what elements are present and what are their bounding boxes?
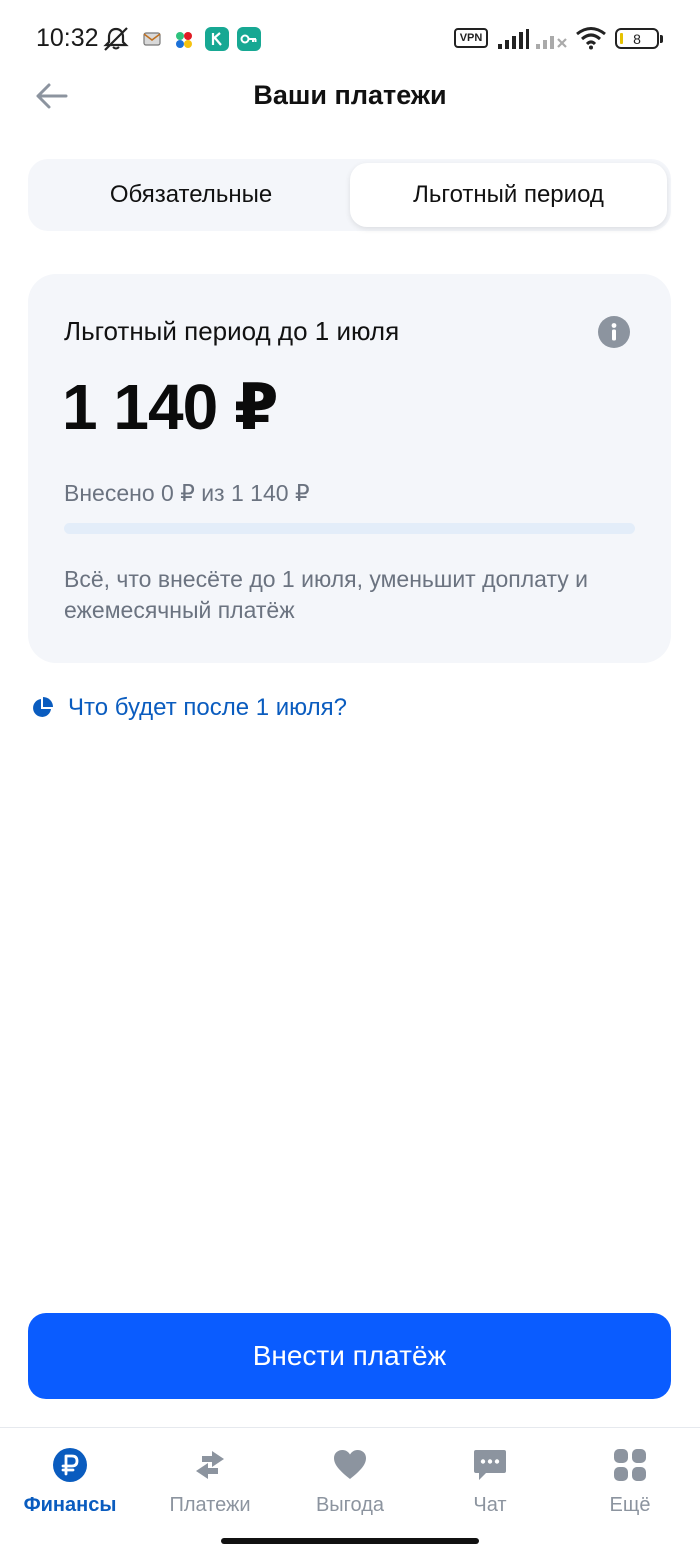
transfer-arrows-icon: [191, 1446, 229, 1484]
signal-no-service-icon: [535, 28, 569, 55]
home-indicator[interactable]: [221, 1538, 479, 1544]
chat-icon: [471, 1446, 509, 1484]
dots-app-icon: [173, 29, 195, 56]
nav-item-more[interactable]: Ещё: [560, 1446, 700, 1526]
battery-indicator: 8: [615, 28, 663, 49]
after-grace-period-link[interactable]: Что будет после 1 июля?: [30, 690, 347, 726]
info-icon[interactable]: [598, 316, 630, 348]
kaspersky-app-icon: [205, 27, 229, 51]
heart-icon: [331, 1446, 369, 1484]
nav-item-payments[interactable]: Платежи: [140, 1446, 280, 1526]
tab-mandatory[interactable]: Обязательные: [32, 163, 350, 227]
bottom-nav: Финансы Платежи Выгода Чат Ещё: [0, 1427, 700, 1556]
nav-label-more: Ещё: [609, 1494, 651, 1516]
vpn-indicator: VPN: [454, 28, 488, 48]
nav-item-benefits[interactable]: Выгода: [280, 1446, 420, 1526]
nav-item-finances[interactable]: Финансы: [0, 1446, 140, 1526]
nav-label-benefits: Выгода: [315, 1494, 385, 1516]
mail-app-icon: [142, 29, 162, 54]
signal-icon: [497, 28, 529, 55]
grid-icon: [611, 1446, 649, 1484]
make-payment-button[interactable]: Внести платёж: [28, 1313, 671, 1399]
grace-amount: 1 140 ₽: [62, 371, 278, 443]
grace-period-card: Льготный период до 1 июля 1 140 ₽ Внесен…: [28, 274, 671, 663]
nav-label-payments: Платежи: [169, 1494, 251, 1516]
wifi-icon: [575, 26, 607, 55]
nav-item-chat[interactable]: Чат: [420, 1446, 560, 1526]
card-heading: Льготный период до 1 июля: [64, 316, 400, 346]
mute-bell-icon: [101, 26, 131, 57]
ruble-icon: [51, 1446, 89, 1484]
tab-grace-period[interactable]: Льготный период: [350, 163, 667, 227]
nav-label-chat: Чат: [473, 1494, 507, 1516]
card-note: Всё, что внесёте до 1 июля, уменьшит доп…: [64, 566, 589, 623]
key-app-icon: [237, 27, 261, 51]
after-grace-period-link-label: Что будет после 1 июля?: [68, 694, 347, 721]
payment-progress-bar: [64, 523, 635, 534]
status-bar: 10:32 VPN 8: [0, 0, 700, 78]
payment-type-tabs: Обязательные Льготный период: [28, 159, 671, 231]
paid-progress-text: Внесено 0 ₽ из 1 140 ₽: [64, 480, 310, 506]
pie-chart-icon: [33, 697, 53, 717]
header: Ваши платежи: [0, 70, 700, 122]
nav-label-finances: Финансы: [23, 1494, 117, 1516]
status-time: 10:32: [36, 24, 99, 52]
page-title: Ваши платежи: [253, 80, 447, 110]
